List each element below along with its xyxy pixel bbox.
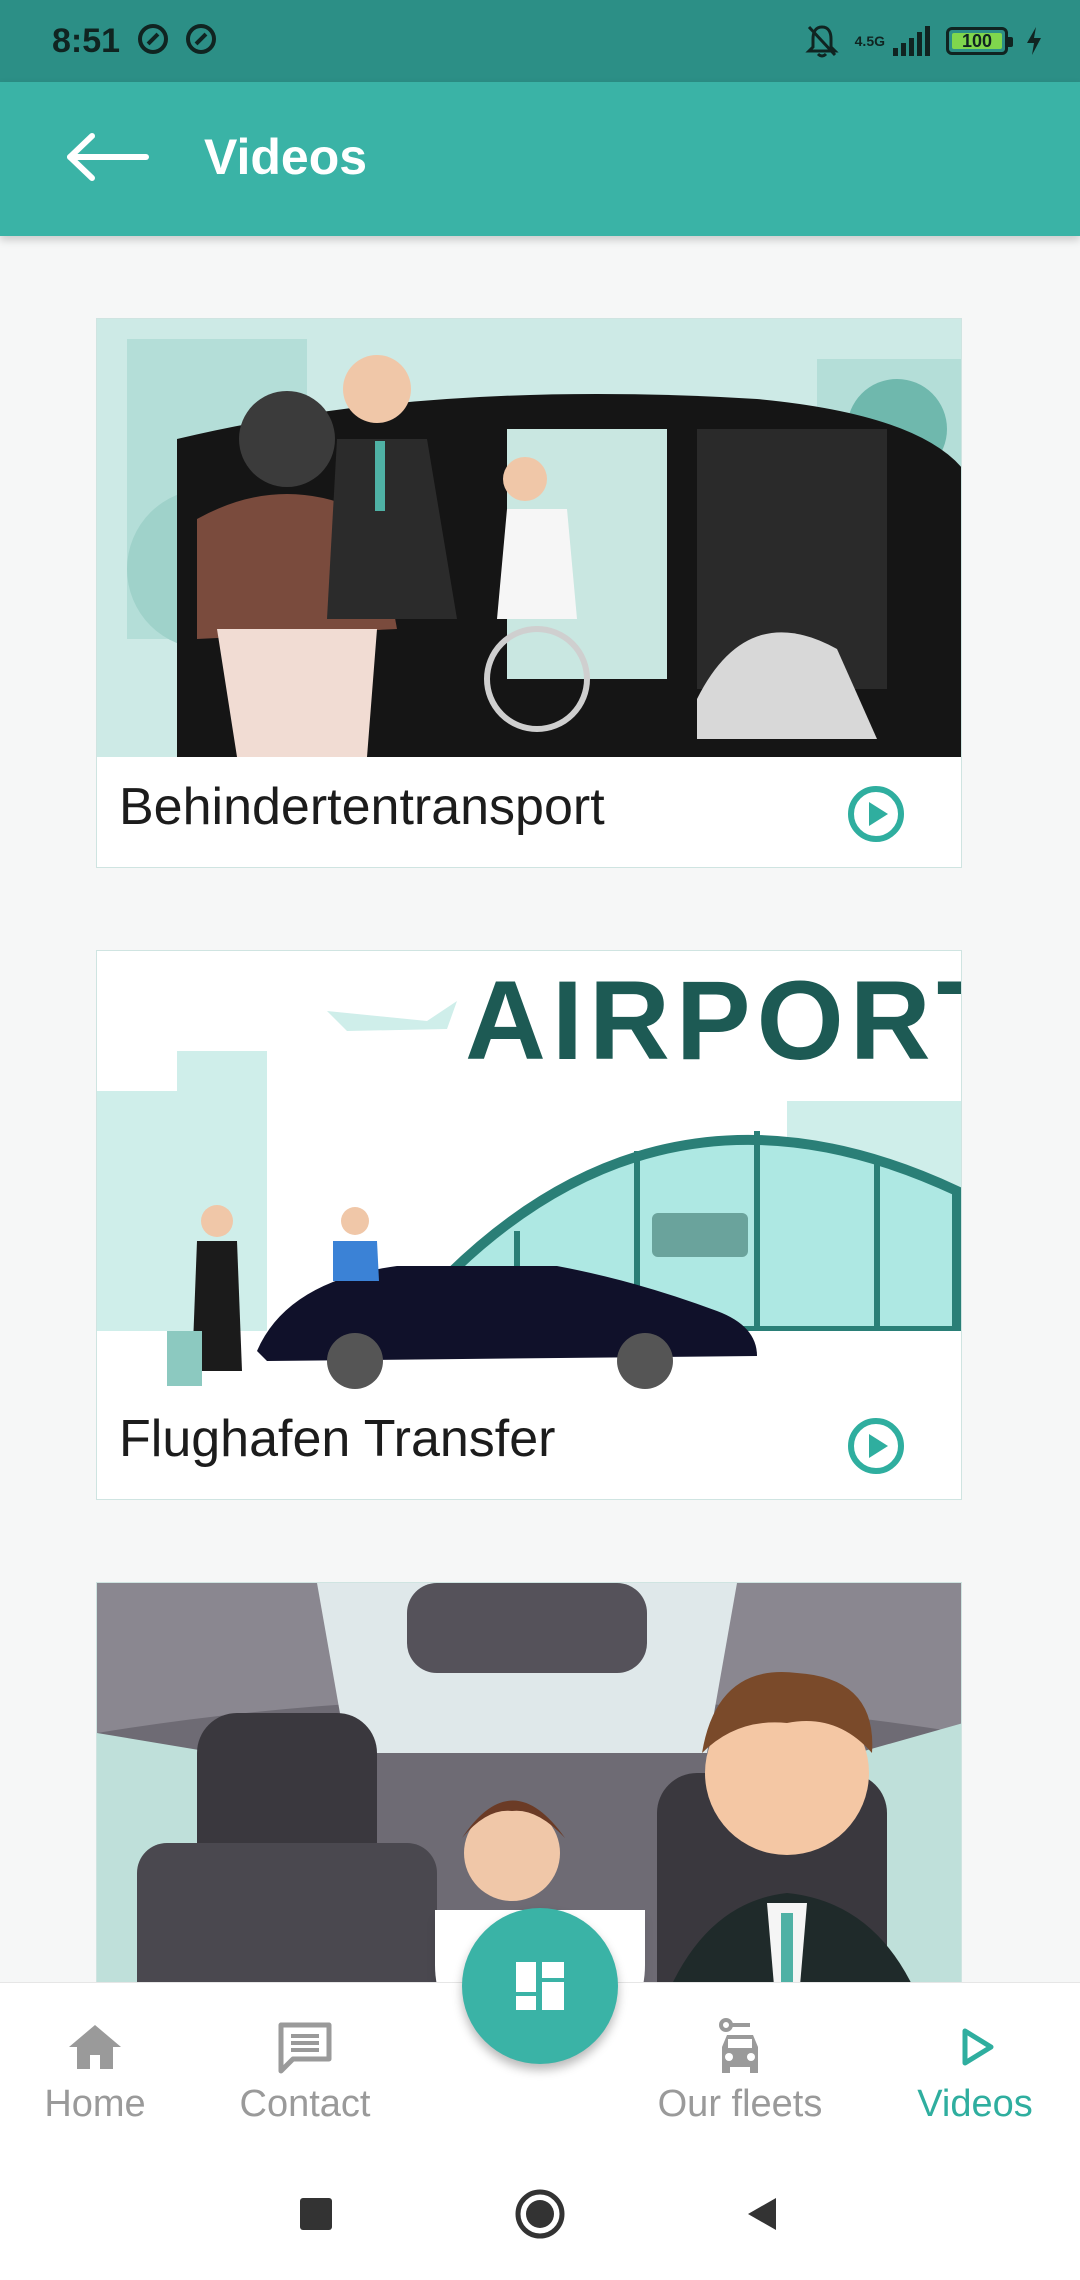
- video-card[interactable]: AIRPORT Flughafen Transfer: [96, 950, 962, 1500]
- nav-label: Contact: [239, 2083, 371, 2125]
- sync-icon: [186, 24, 216, 54]
- bell-off-icon: [805, 25, 839, 58]
- battery-icon: 100: [946, 27, 1013, 55]
- dashboard-fab-button[interactable]: [462, 1908, 618, 2064]
- back-button[interactable]: [742, 2194, 782, 2234]
- nav-label: Home: [44, 2083, 146, 2125]
- video-thumbnail-airport-transfer: AIRPORT: [97, 951, 962, 1389]
- play-icon: [962, 2028, 994, 2066]
- app-bar: Videos: [0, 82, 1080, 236]
- video-title: Flughafen Transfer: [119, 1410, 556, 1468]
- recents-button[interactable]: [296, 2194, 336, 2234]
- nav-item-home[interactable]: Home: [30, 1983, 160, 2151]
- video-title: Behindertentransport: [119, 778, 605, 836]
- arrow-left-icon[interactable]: [66, 132, 150, 182]
- charging-icon: [1027, 27, 1041, 55]
- nav-item-contact[interactable]: Contact: [230, 1983, 380, 2151]
- video-card[interactable]: Behindertentransport: [96, 318, 962, 868]
- car-icon: [719, 2018, 758, 2073]
- message-icon: [278, 2022, 332, 2074]
- status-time: 8:51: [52, 22, 121, 60]
- play-circle-icon[interactable]: [847, 785, 905, 843]
- nav-label: Our fleets: [657, 2083, 823, 2125]
- video-thumbnail-wheelchair-transport: [97, 319, 961, 757]
- home-button[interactable]: [514, 2188, 566, 2240]
- sync-icon: [138, 24, 168, 54]
- system-navigation-bar: [0, 2150, 1080, 2280]
- play-circle-icon[interactable]: [847, 1417, 905, 1475]
- dashboard-icon: [516, 1962, 564, 2010]
- home-icon: [69, 2025, 121, 2069]
- page-title: Videos: [204, 129, 368, 185]
- nav-label: Videos: [917, 2083, 1033, 2125]
- status-bar: 8:51 4.5G 100: [0, 0, 1080, 82]
- nav-item-our-fleets[interactable]: Our fleets: [650, 1983, 830, 2151]
- svg-text:AIRPORT: AIRPORT: [465, 958, 962, 1083]
- signal-icon: [893, 26, 930, 56]
- battery-level: 100: [961, 30, 993, 51]
- network-type-label: 4.5G: [854, 33, 885, 49]
- nav-item-videos[interactable]: Videos: [905, 1983, 1045, 2151]
